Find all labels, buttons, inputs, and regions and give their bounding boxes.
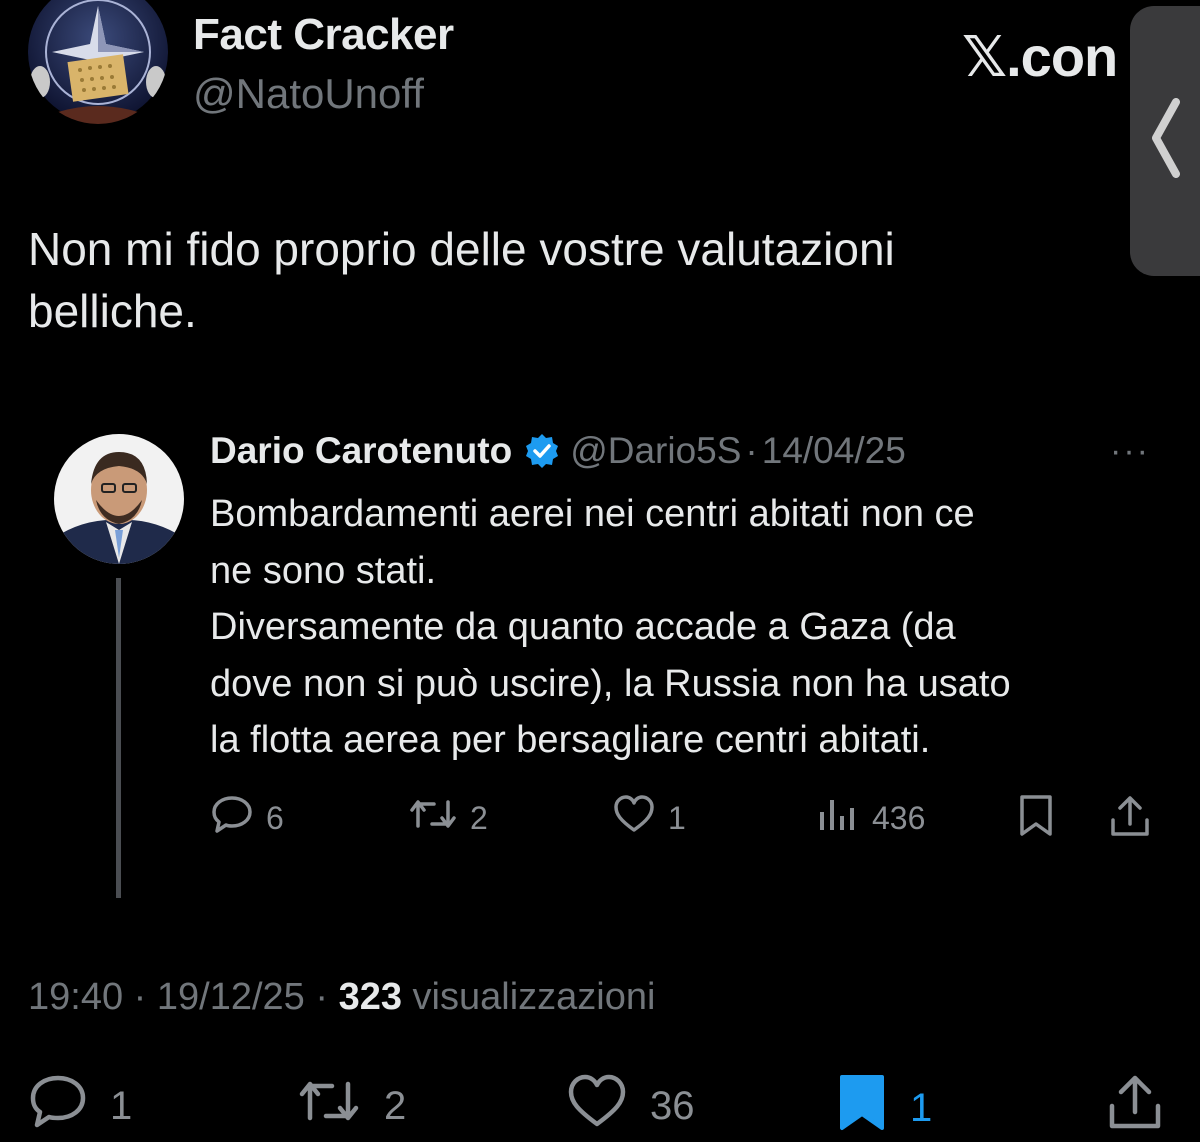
author-handle[interactable]: @NatoUnoff bbox=[193, 70, 424, 118]
verified-badge-icon bbox=[524, 433, 560, 469]
reply-icon bbox=[210, 794, 266, 842]
site-label: 𝕏.con bbox=[962, 25, 1118, 88]
quoted-share-button[interactable] bbox=[1108, 794, 1164, 846]
quoted-date[interactable]: 14/04/25 bbox=[762, 430, 906, 472]
bookmark-button[interactable]: 1 bbox=[836, 1074, 932, 1142]
quoted-tweet-text: Bombardamenti aerei nei centri abitati n… bbox=[210, 493, 1011, 761]
like-button[interactable]: 36 bbox=[566, 1074, 695, 1138]
side-panel-tab[interactable] bbox=[1130, 6, 1200, 276]
thread-line bbox=[116, 578, 121, 898]
repost-icon bbox=[408, 794, 470, 842]
quoted-repost-button[interactable]: 2 bbox=[408, 794, 488, 842]
quoted-views-count: 436 bbox=[872, 799, 926, 836]
separator-dot: · bbox=[133, 976, 147, 1018]
like-icon bbox=[612, 794, 668, 842]
separator-dot: · bbox=[745, 430, 758, 471]
quoted-reply-count: 6 bbox=[266, 799, 284, 836]
share-icon bbox=[1106, 1074, 1186, 1140]
reply-count: 1 bbox=[110, 1083, 133, 1128]
quoted-like-count: 1 bbox=[668, 799, 686, 836]
bookmark-icon bbox=[1016, 794, 1068, 846]
tweet-date[interactable]: 19/12/25 bbox=[157, 976, 305, 1018]
bookmark-count: 1 bbox=[910, 1085, 933, 1130]
bookmark-icon bbox=[836, 1074, 910, 1142]
like-count: 36 bbox=[650, 1083, 695, 1128]
tweet-meta: 19:40 · 19/12/25 · 323 visualizzazioni bbox=[28, 976, 655, 1019]
tweet-text: Non mi fido proprio delle vostre valutaz… bbox=[28, 223, 895, 337]
quoted-bookmark-button[interactable] bbox=[1016, 794, 1068, 846]
views-label: visualizzazioni bbox=[412, 976, 656, 1018]
quoted-header: Dario Carotenuto @Dario5S · 14/04/25 bbox=[210, 430, 906, 472]
quoted-author-name[interactable]: Dario Carotenuto bbox=[210, 430, 512, 472]
views-count[interactable]: 323 bbox=[339, 976, 402, 1018]
more-icon[interactable]: ··· bbox=[1110, 432, 1150, 471]
share-icon bbox=[1108, 794, 1164, 846]
repost-count: 2 bbox=[384, 1083, 407, 1128]
author-name[interactable]: Fact Cracker bbox=[193, 10, 454, 60]
quoted-action-bar: 6 2 1 436 bbox=[0, 794, 1200, 838]
views-icon bbox=[816, 794, 872, 842]
reply-icon bbox=[28, 1074, 110, 1138]
repost-icon bbox=[296, 1074, 384, 1138]
author-avatar[interactable] bbox=[28, 0, 168, 124]
quoted-author-handle[interactable]: @Dario5S bbox=[570, 430, 741, 472]
tweet-time[interactable]: 19:40 bbox=[28, 976, 123, 1018]
like-icon bbox=[566, 1074, 650, 1138]
quoted-repost-count: 2 bbox=[470, 799, 488, 836]
reply-button[interactable]: 1 bbox=[28, 1074, 132, 1138]
quoted-like-button[interactable]: 1 bbox=[612, 794, 686, 842]
separator-dot: · bbox=[315, 976, 329, 1018]
share-button[interactable] bbox=[1106, 1074, 1186, 1140]
quoted-reply-button[interactable]: 6 bbox=[210, 794, 284, 842]
repost-button[interactable]: 2 bbox=[296, 1074, 406, 1138]
quoted-author-avatar[interactable] bbox=[54, 434, 184, 564]
quoted-views-button[interactable]: 436 bbox=[816, 794, 925, 842]
